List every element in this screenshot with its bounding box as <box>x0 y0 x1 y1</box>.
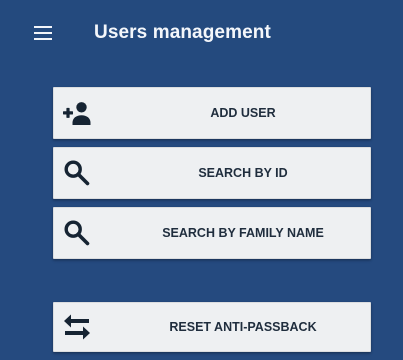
page-title: Users management <box>94 22 271 43</box>
search-by-id-label: SEARCH BY ID <box>198 166 288 180</box>
hamburger-menu-icon[interactable] <box>34 26 52 40</box>
search-by-id-button[interactable]: SEARCH BY ID <box>53 147 371 199</box>
add-user-button[interactable]: ADD USER <box>53 87 371 139</box>
search-icon <box>61 157 93 189</box>
search-by-family-name-label: SEARCH BY FAMILY NAME <box>162 226 324 240</box>
users-management-screen: Users management ADD USER SEARCH BY ID S… <box>0 0 403 360</box>
app-bar: Users management <box>0 0 403 70</box>
add-user-icon <box>61 97 93 129</box>
search-icon <box>61 217 93 249</box>
swap-arrows-icon <box>61 311 93 343</box>
reset-anti-passback-button[interactable]: RESET ANTI-PASSBACK <box>53 302 371 352</box>
reset-anti-passback-label: RESET ANTI-PASSBACK <box>169 320 317 334</box>
search-by-family-name-button[interactable]: SEARCH BY FAMILY NAME <box>53 207 371 259</box>
add-user-label: ADD USER <box>210 106 276 120</box>
